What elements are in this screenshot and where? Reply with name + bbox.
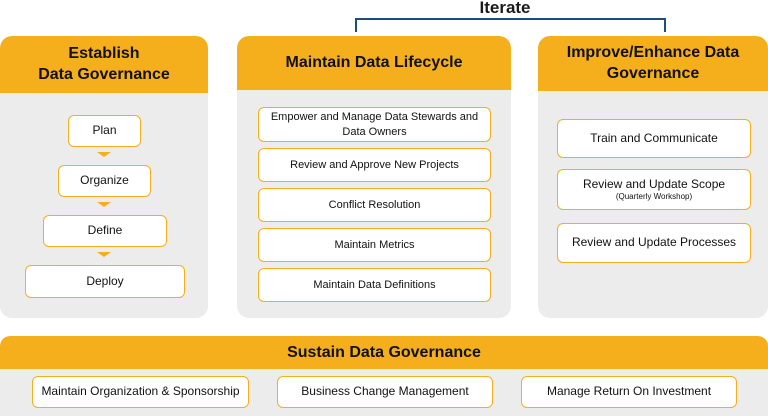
establish-title-line2: Data Governance xyxy=(38,65,170,83)
iterate-bracket-right xyxy=(664,18,666,32)
sustain-panel: Sustain Data Governance Maintain Organiz… xyxy=(0,336,768,416)
chevron-down-icon xyxy=(97,202,111,207)
change-management-box: Business Change Management xyxy=(277,376,493,408)
approve-projects-box: Review and Approve New Projects xyxy=(258,148,491,182)
quarterly-workshop-note: (Quarterly Workshop) xyxy=(615,192,693,202)
maintain-metrics-box: Maintain Metrics xyxy=(258,228,491,262)
update-processes-box: Review and Update Processes xyxy=(557,223,751,263)
stewards-box: Empower and Manage Data Stewards and Dat… xyxy=(258,107,491,142)
improve-panel: Improve/Enhance Data Governance Train an… xyxy=(538,36,768,318)
maintain-header: Maintain Data Lifecycle xyxy=(237,36,511,90)
maintain-panel: Maintain Data Lifecycle Empower and Mana… xyxy=(237,36,511,318)
iterate-bracket-left xyxy=(355,18,357,32)
roi-box: Manage Return On Investment xyxy=(521,376,737,408)
step-organize: Organize xyxy=(58,165,151,197)
iterate-label: Iterate xyxy=(479,0,531,17)
step-deploy: Deploy xyxy=(25,265,185,298)
sustain-header: Sustain Data Governance xyxy=(0,336,768,369)
stewards-line1: Empower and Manage Data Stewards and xyxy=(270,111,479,124)
step-plan: Plan xyxy=(68,115,141,147)
update-scope-box: Review and Update Scope (Quarterly Works… xyxy=(557,169,751,210)
step-define: Define xyxy=(43,215,167,247)
train-communicate-box: Train and Communicate xyxy=(557,119,751,158)
chevron-down-icon xyxy=(97,152,111,157)
iterate-bracket-top xyxy=(355,18,666,20)
improve-title-line2: Governance xyxy=(606,64,700,82)
improve-header: Improve/Enhance Data Governance xyxy=(538,36,768,91)
sponsorship-box: Maintain Organization & Sponsorship xyxy=(32,376,249,408)
stewards-line2: Data Owners xyxy=(342,125,407,138)
data-definitions-box: Maintain Data Definitions xyxy=(258,268,491,302)
improve-title-line1: Improve/Enhance Data xyxy=(566,43,740,61)
conflict-resolution-box: Conflict Resolution xyxy=(258,188,491,222)
establish-title-line1: Establish xyxy=(68,44,140,62)
establish-panel: Establish Data Governance Plan Organize … xyxy=(0,36,208,318)
establish-header: Establish Data Governance xyxy=(0,36,208,93)
chevron-down-icon xyxy=(97,252,111,257)
update-scope-label: Review and Update Scope xyxy=(582,176,726,191)
